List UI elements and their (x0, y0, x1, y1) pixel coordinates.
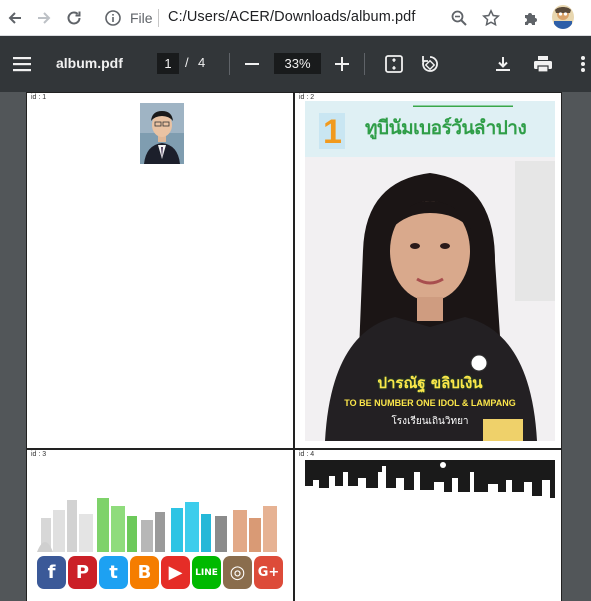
portrait-photo (140, 103, 184, 164)
bookmark-star-icon[interactable] (481, 8, 501, 28)
zoom-level-input[interactable]: 33% (274, 53, 321, 74)
blogger-icon: B (130, 556, 159, 589)
forward-icon[interactable] (34, 8, 54, 28)
pdf-page-3: id : 3 f P t B ▶ LINE ◎ G+ (26, 449, 294, 601)
site-info-icon[interactable] (104, 9, 122, 27)
url-divider (158, 9, 159, 27)
cover-top-caption: ▬▬▬▬▬▬▬▬▬▬▬▬▬▬▬▬▬▬▬▬ (413, 103, 513, 109)
menu-icon[interactable] (12, 54, 32, 74)
cover-image: 1 ▬▬▬▬▬▬▬▬▬▬▬▬▬▬▬▬▬▬▬▬ ทูบีนัมเบอร์วันลำ… (305, 101, 555, 441)
instagram-icon: ◎ (223, 556, 252, 589)
svg-text:1: 1 (323, 113, 342, 151)
pdf-viewer-area[interactable]: id : 1 id : 2 1 ▬▬▬▬▬▬▬▬▬▬▬▬▬▬▬▬▬▬▬▬ ทูบ… (0, 92, 591, 601)
page-id-label: id : 1 (31, 94, 47, 101)
youtube-icon: ▶ (161, 556, 190, 589)
cover-student-name: ปารณัฐ ขลิบเงิน (377, 374, 483, 392)
url-input[interactable]: C:/Users/ACER/Downloads/album.pdf (168, 9, 415, 25)
url-scheme: File (130, 10, 153, 26)
zoom-magnifier-icon[interactable] (449, 8, 469, 28)
cover-caption: TO BE NUMBER ONE IDOL & LAMPANG (344, 398, 516, 408)
cover-school: โรงเรียนเถินวิทยา (391, 416, 469, 427)
toolbar-divider (364, 53, 365, 75)
download-icon[interactable] (493, 54, 513, 74)
browser-address-bar: File C:/Users/ACER/Downloads/album.pdf (0, 0, 591, 36)
profile-avatar[interactable] (552, 5, 574, 29)
facebook-icon: f (37, 556, 66, 589)
night-skyline-banner (305, 460, 555, 498)
page-id-label: id : 3 (31, 451, 47, 458)
pdf-page-4: id : 4 (294, 449, 562, 601)
google-plus-icon: G+ (254, 556, 283, 589)
pinterest-icon: P (68, 556, 97, 589)
back-icon[interactable] (5, 8, 25, 28)
page-separator: / (185, 55, 189, 70)
total-pages: 4 (198, 55, 206, 70)
pdf-page-2: id : 2 1 ▬▬▬▬▬▬▬▬▬▬▬▬▬▬▬▬▬▬▬▬ ทูบีนัมเบอ… (294, 92, 562, 449)
cover-headline: ทูบีนัมเบอร์วันลำปาง (365, 117, 527, 139)
print-icon[interactable] (533, 54, 553, 74)
social-icons-row: f P t B ▶ LINE ◎ G+ (37, 556, 283, 589)
toolbar-divider (229, 53, 230, 75)
pdf-page-1: id : 1 (26, 92, 294, 449)
zoom-in-icon[interactable] (332, 54, 352, 74)
extensions-puzzle-icon[interactable] (521, 8, 541, 28)
more-options-icon[interactable] (573, 54, 591, 74)
city-skyline-illustration (37, 496, 289, 552)
page-id-label: id : 2 (299, 94, 315, 101)
reload-icon[interactable] (64, 8, 84, 28)
zoom-out-icon[interactable] (242, 54, 262, 74)
fit-to-page-icon[interactable] (384, 54, 404, 74)
page-number-input[interactable]: 1 (157, 53, 179, 74)
page-id-label: id : 4 (299, 451, 315, 458)
pdf-toolbar: album.pdf 1 / 4 33% (0, 36, 591, 92)
line-icon: LINE (192, 556, 221, 589)
rotate-icon[interactable] (420, 54, 440, 74)
document-title: album.pdf (56, 55, 123, 71)
twitter-icon: t (99, 556, 128, 589)
